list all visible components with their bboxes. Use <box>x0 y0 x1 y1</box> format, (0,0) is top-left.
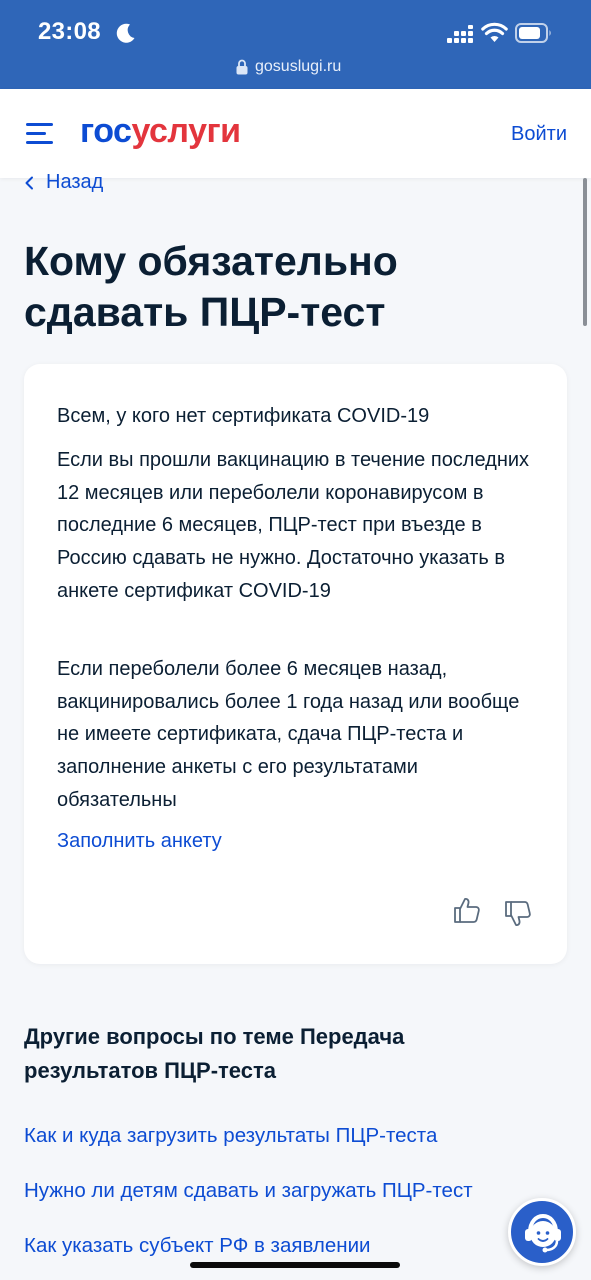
related-question-link[interactable]: Нужно ли детям сдавать и загружать ПЦР-т… <box>24 1179 473 1203</box>
site-header: госуслуги Войти <box>0 89 591 178</box>
wifi-icon <box>481 22 508 42</box>
related-questions-title: Другие вопросы по теме Передача результа… <box>24 1024 405 1083</box>
moon-icon <box>116 23 135 43</box>
chevron-left-icon <box>25 176 33 189</box>
thumb-down-icon[interactable] <box>504 900 532 928</box>
lock-icon <box>236 59 248 75</box>
back-link[interactable]: Назад <box>24 171 103 194</box>
card-heading: Всем, у кого нет сертификата COVID-19 <box>57 405 430 427</box>
fill-form-link[interactable]: Заполнить анкету <box>57 830 222 853</box>
url-text[interactable]: gosuslugi.ru <box>255 58 341 76</box>
support-operator-icon <box>525 1213 561 1253</box>
related-question-link[interactable]: Как указать субъект РФ в заявлении <box>24 1234 370 1258</box>
scrollbar[interactable] <box>583 178 587 326</box>
related-question-link[interactable]: Как и куда загрузить результаты ПЦР-тест… <box>24 1124 437 1148</box>
browser-top-bar: 23:08 gosuslugi.ru <box>0 0 591 89</box>
home-indicator <box>190 1262 400 1268</box>
card-paragraph: Если вы прошли вакцинацию в течение посл… <box>57 449 530 602</box>
support-chat-button[interactable] <box>508 1198 576 1266</box>
battery-icon <box>515 23 551 43</box>
cellular-signal-icon <box>447 25 473 43</box>
logo-part-gos: гос <box>80 112 132 150</box>
card-paragraph: Если переболели более 6 месяцев назад, в… <box>57 658 520 811</box>
thumb-up-icon[interactable] <box>453 896 481 924</box>
login-link[interactable]: Войти <box>511 123 567 146</box>
answer-card: Всем, у кого нет сертификата COVID-19 Ес… <box>24 364 567 964</box>
back-link-label: Назад <box>46 171 104 193</box>
hamburger-menu-icon[interactable] <box>26 123 53 145</box>
status-time: 23:08 <box>38 18 101 45</box>
gosuslugi-logo[interactable]: госуслуги <box>80 112 241 151</box>
logo-part-uslugi: услуги <box>131 112 241 150</box>
page-title: Кому обязательно сдавать ПЦР-тест <box>24 238 398 335</box>
